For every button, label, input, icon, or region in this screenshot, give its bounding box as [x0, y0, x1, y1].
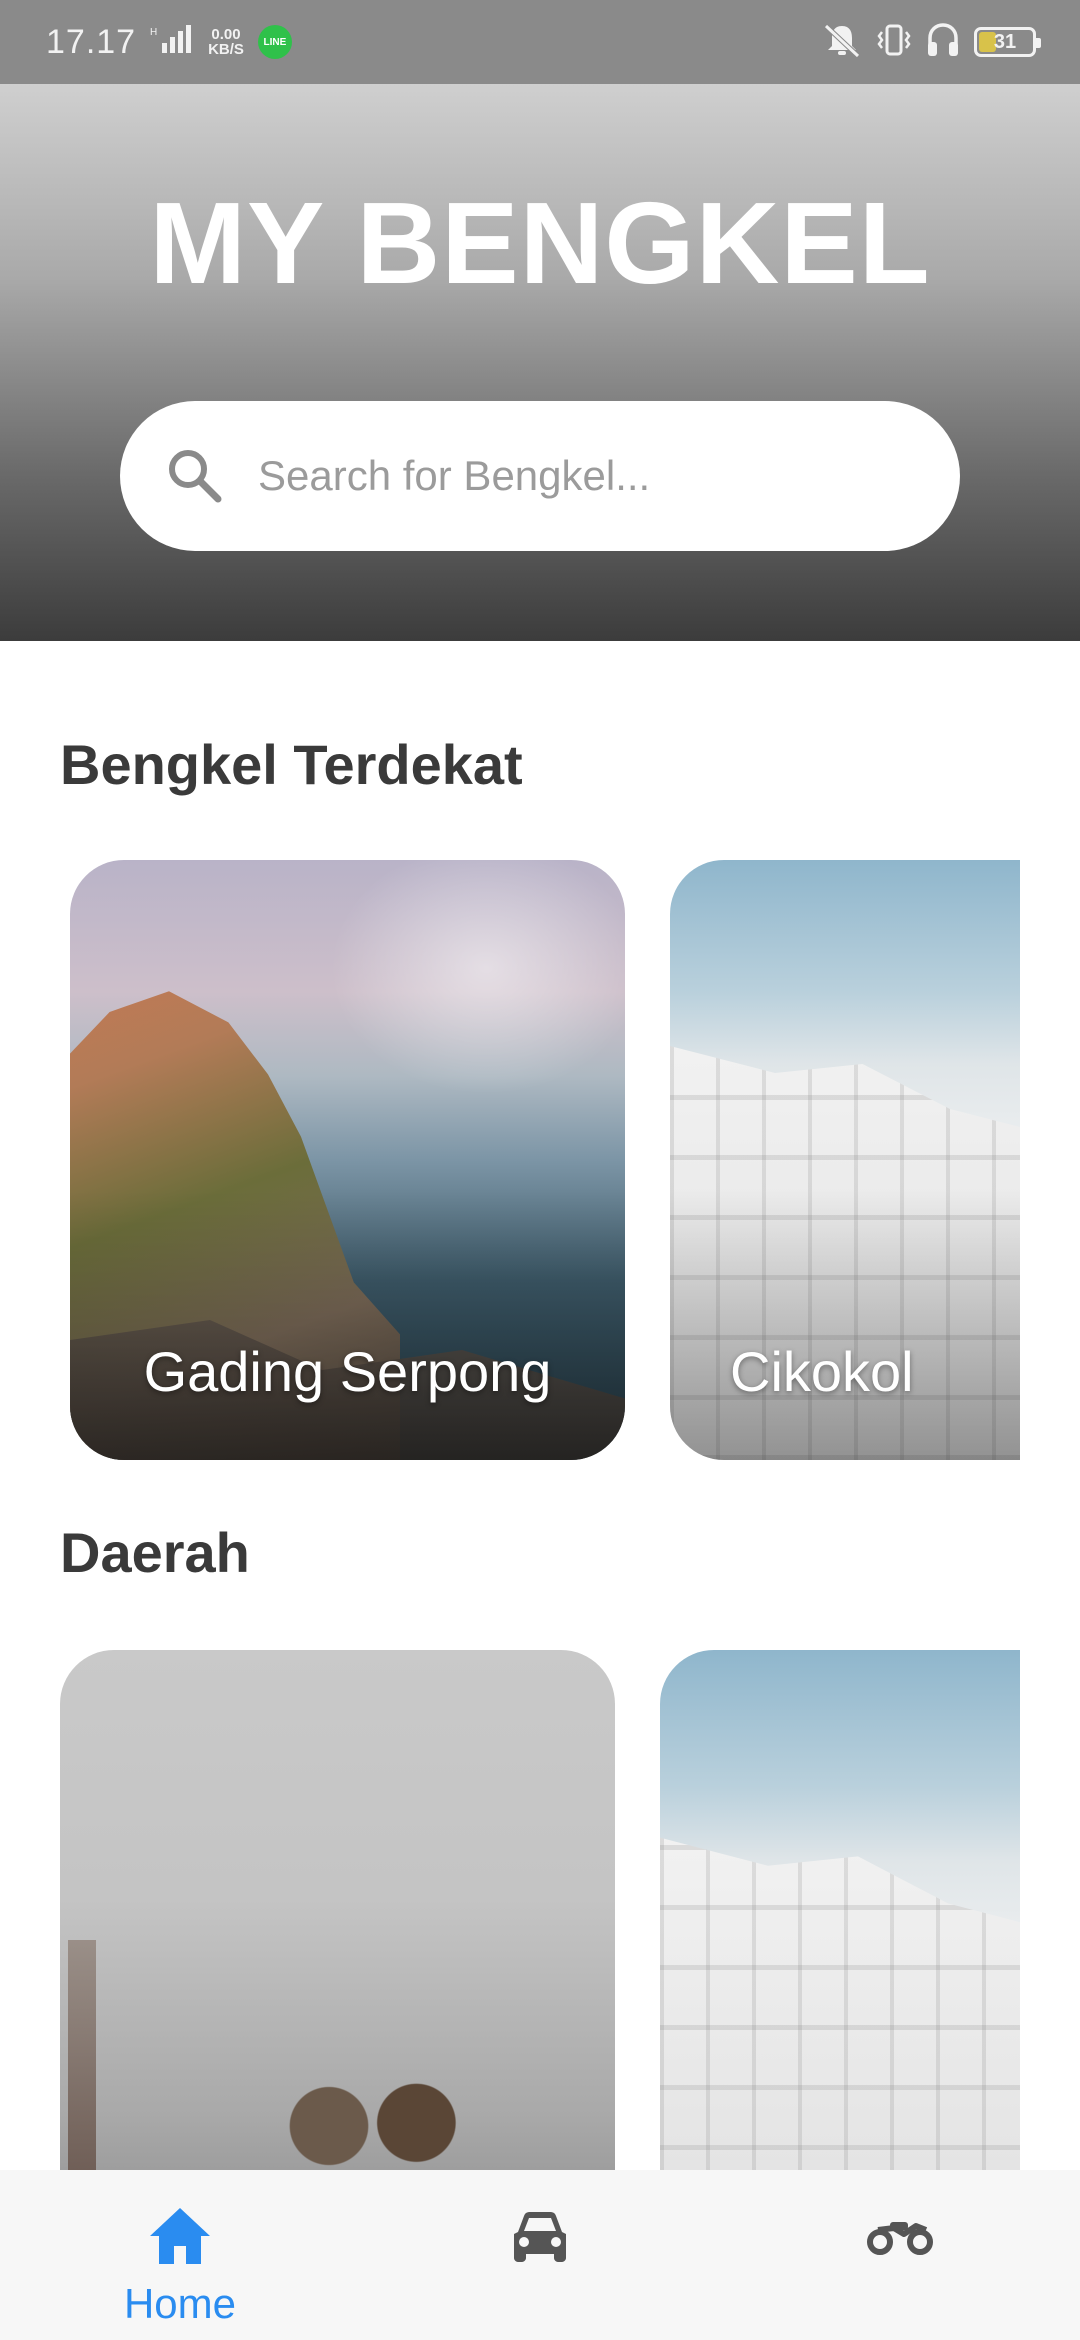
- motorcycle-icon: [867, 2222, 933, 2255]
- mute-bell-icon: [822, 22, 862, 63]
- app-title: MY BENGKEL: [149, 178, 931, 308]
- battery-level: 31: [993, 30, 1017, 53]
- nearby-card-label: Cikokol: [730, 1340, 914, 1403]
- card-image-people: [260, 2030, 490, 2190]
- nav-item-car[interactable]: [415, 2170, 665, 2340]
- status-left: 17.17 H 0.00 KB/S LINE: [46, 23, 292, 62]
- header-banner: MY BENGKEL: [0, 84, 1080, 641]
- bottom-navigation: Home: [0, 2170, 1080, 2340]
- headphones-icon: [926, 22, 960, 63]
- section-title-nearby: Bengkel Terdekat: [60, 733, 523, 796]
- vibrate-icon: [876, 22, 912, 63]
- status-time: 17.17: [46, 22, 137, 61]
- nearby-card-label: Gading Serpong: [143, 1340, 552, 1403]
- svg-text:H: H: [150, 27, 157, 38]
- section-title-area: Daerah: [60, 1521, 250, 1584]
- status-bar: 17.17 H 0.00 KB/S LINE 31: [0, 0, 1080, 84]
- nearby-card-gading-serpong[interactable]: Gading Serpong: [70, 860, 625, 1460]
- search-icon: [169, 450, 222, 503]
- nearby-card-cikokol[interactable]: Cikokol: [670, 860, 1020, 1460]
- search-input[interactable]: [258, 452, 898, 500]
- search-bar[interactable]: [120, 401, 960, 551]
- network-speed-unit: KB/S: [208, 41, 244, 58]
- card-image-bridge: [68, 1940, 96, 2180]
- home-icon: [150, 2208, 210, 2264]
- network-speed: 0.00 KB/S: [208, 27, 244, 57]
- nav-label-home: Home: [123, 2280, 237, 2327]
- car-icon: [514, 2212, 566, 2262]
- nav-item-motorcycle[interactable]: [775, 2170, 1025, 2340]
- battery-icon: 31: [974, 27, 1041, 57]
- status-right: 31: [822, 22, 1041, 63]
- nav-item-home[interactable]: Home: [55, 2170, 305, 2340]
- signal-icon: H: [150, 24, 194, 60]
- line-app-icon: LINE: [257, 25, 292, 59]
- app-screen: 17.17 H 0.00 KB/S LINE 31 MY BENGKEL Sea…: [0, 0, 1080, 2340]
